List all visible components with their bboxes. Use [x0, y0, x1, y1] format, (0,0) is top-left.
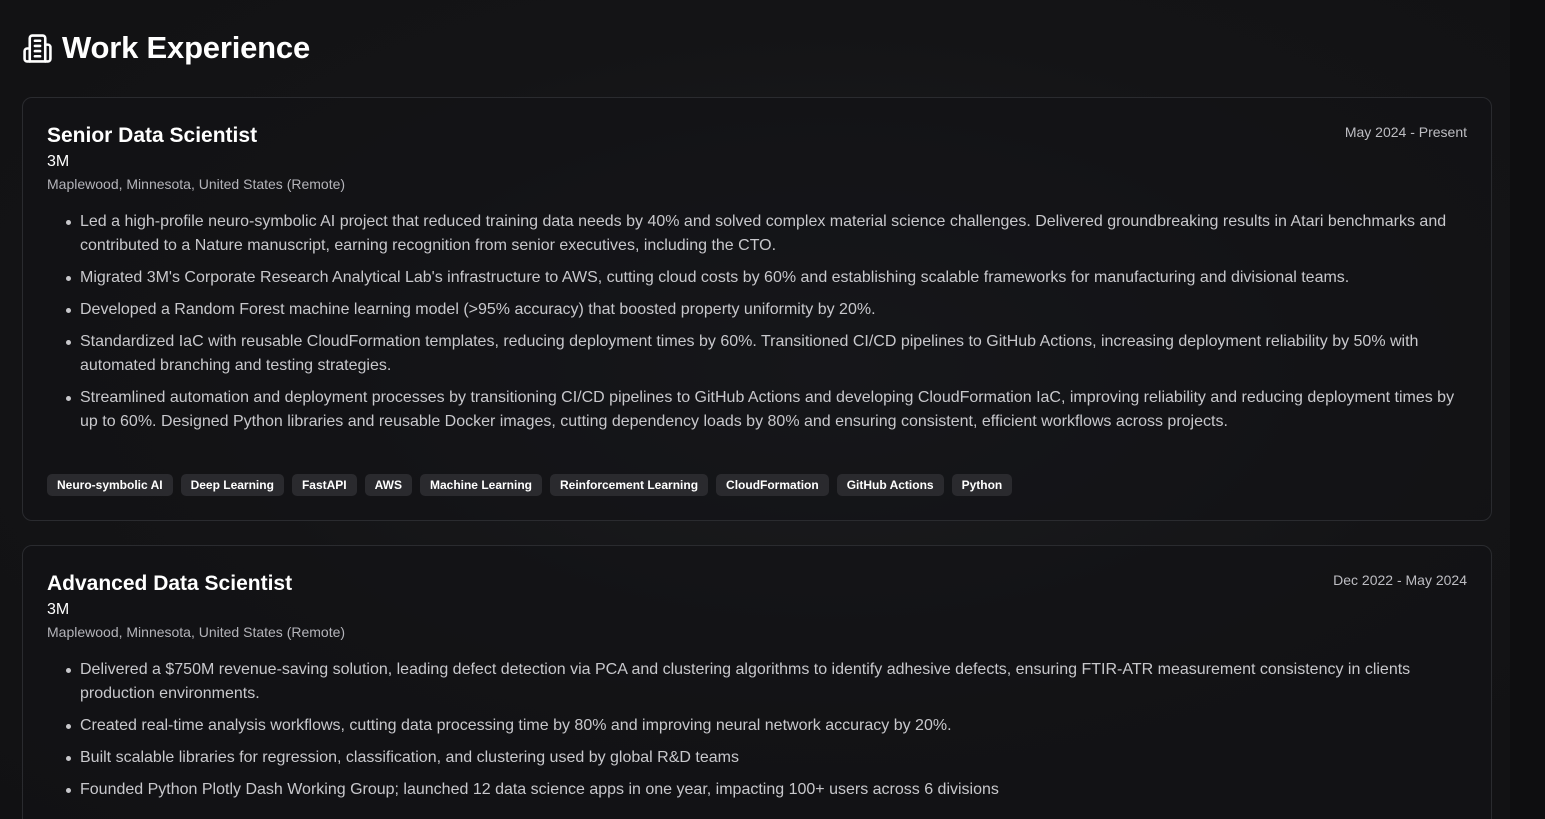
section-header: Work Experience — [22, 28, 310, 68]
skill-tag: CloudFormation — [716, 474, 829, 496]
skill-tag: Deep Learning — [180, 474, 284, 496]
job-title: Senior Data Scientist — [47, 124, 258, 147]
responsibility-item: Led a high-profile neuro-symbolic AI pro… — [66, 210, 1470, 258]
skill-tags: Neuro-symbolic AI Deep Learning FastAPI … — [47, 474, 1013, 496]
responsibility-item: Standardized IaC with reusable CloudForm… — [66, 330, 1470, 378]
job-title: Advanced Data Scientist — [47, 572, 293, 595]
responsibility-item: Migrated 3M's Corporate Research Analyti… — [66, 266, 1470, 290]
skill-tag: AWS — [364, 474, 412, 496]
responsibility-list: Delivered a $750M revenue-saving solutio… — [47, 658, 1470, 810]
job-company: 3M — [47, 153, 70, 170]
job-location: Maplewood, Minnesota, United States (Rem… — [47, 624, 346, 640]
section-title: Work Experience — [62, 30, 310, 65]
responsibility-item: Streamlined automation and deployment pr… — [66, 386, 1470, 434]
job-company: 3M — [47, 601, 70, 618]
page-background: Work Experience Senior Data Scientist Ma… — [0, 0, 1510, 819]
skill-tag: Neuro-symbolic AI — [47, 474, 173, 496]
skill-tag: GitHub Actions — [836, 474, 944, 496]
skill-tag: Reinforcement Learning — [550, 474, 709, 496]
skill-tag: FastAPI — [291, 474, 357, 496]
responsibility-item: Delivered a $750M revenue-saving solutio… — [66, 658, 1470, 706]
experience-card: Advanced Data Scientist Dec 2022 - May 2… — [22, 545, 1492, 819]
responsibility-item: Created real-time analysis workflows, cu… — [66, 714, 1470, 738]
experience-card: Senior Data Scientist May 2024 - Present… — [22, 97, 1492, 521]
responsibility-item: Developed a Random Forest machine learni… — [66, 298, 1470, 322]
skill-tag: Python — [951, 474, 1013, 496]
skill-tag: Machine Learning — [419, 474, 542, 496]
responsibility-item: Founded Python Plotly Dash Working Group… — [66, 778, 1470, 802]
building-icon — [22, 33, 53, 64]
job-date: Dec 2022 - May 2024 — [1333, 572, 1467, 588]
responsibility-item: Built scalable libraries for regression,… — [66, 746, 1470, 770]
scrollbar-gutter — [1510, 0, 1545, 819]
job-location: Maplewood, Minnesota, United States (Rem… — [47, 176, 346, 192]
job-date: May 2024 - Present — [1344, 124, 1467, 140]
responsibility-list: Led a high-profile neuro-symbolic AI pro… — [47, 210, 1470, 442]
